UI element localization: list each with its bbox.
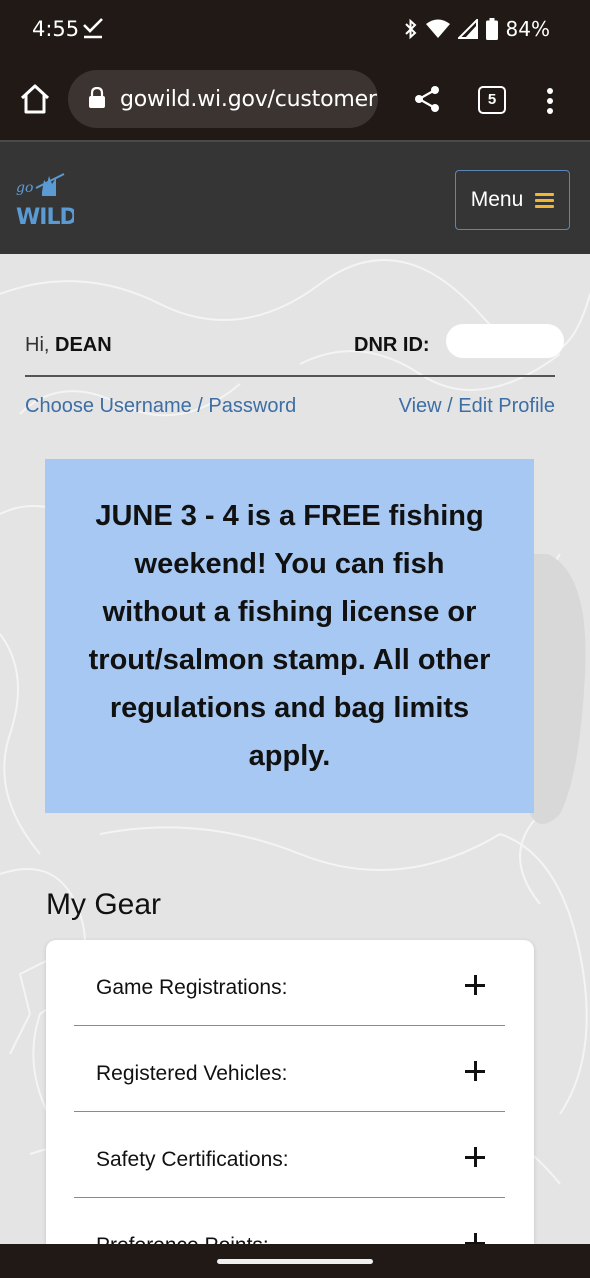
redacted-dnr-id xyxy=(446,324,564,358)
free-fishing-notice: JUNE 3 - 4 is a FREE fishing weekend! Yo… xyxy=(45,459,534,813)
greeting-prefix: Hi, xyxy=(25,334,50,356)
home-gesture-handle[interactable] xyxy=(217,1259,373,1264)
svg-text:go: go xyxy=(16,180,33,196)
gowild-logo[interactable]: go WILD xyxy=(14,170,74,230)
svg-text:WILD: WILD xyxy=(16,205,74,230)
greeting: Hi, DEAN xyxy=(25,334,112,357)
gear-row-label: Registered Vehicles: xyxy=(96,1062,288,1085)
site-header: go WILD Menu xyxy=(0,140,590,254)
expand-plus-icon[interactable] xyxy=(465,1061,485,1081)
expand-plus-icon[interactable] xyxy=(465,1233,485,1244)
wifi-icon xyxy=(425,19,450,38)
gear-card: Game Registrations: Registered Vehicles:… xyxy=(46,940,534,1244)
gear-row-label: Safety Certifications: xyxy=(96,1148,289,1171)
status-icons: 84% xyxy=(404,17,550,41)
share-icon[interactable] xyxy=(412,84,442,114)
gear-row-safety-certifications[interactable]: Safety Certifications: xyxy=(74,1112,505,1198)
expand-plus-icon[interactable] xyxy=(465,1147,485,1167)
bluetooth-icon xyxy=(404,18,417,40)
checkmark-icon xyxy=(83,18,103,39)
dnr-id-label: DNR ID: xyxy=(354,334,430,356)
choose-username-password-link[interactable]: Choose Username / Password xyxy=(25,395,296,418)
main-content: Hi, DEAN DNR ID: Choose Username / Passw… xyxy=(0,254,590,1244)
signal-icon xyxy=(457,19,478,39)
menu-button[interactable]: Menu xyxy=(455,170,570,230)
hamburger-icon xyxy=(535,190,555,211)
lock-icon xyxy=(89,87,105,108)
notice-text: JUNE 3 - 4 is a FREE fishing weekend! Yo… xyxy=(88,500,491,772)
view-edit-profile-link[interactable]: View / Edit Profile xyxy=(399,395,555,418)
battery-icon xyxy=(485,18,498,40)
expand-plus-icon[interactable] xyxy=(465,975,485,995)
gear-row-label: Game Registrations: xyxy=(96,976,288,999)
url-text: gowild.wi.gov/customer xyxy=(120,87,377,112)
gear-row-game-registrations[interactable]: Game Registrations: xyxy=(74,940,505,1026)
address-bar[interactable]: gowild.wi.gov/customer xyxy=(68,70,378,128)
divider xyxy=(25,375,555,377)
user-name: DEAN xyxy=(55,334,112,356)
tab-switcher-button[interactable]: 5 xyxy=(478,86,506,114)
gear-row-preference-points[interactable]: Preference Points: xyxy=(74,1198,505,1244)
gear-row-label: Preference Points: xyxy=(96,1234,269,1244)
menu-label: Menu xyxy=(470,188,524,211)
battery-percent: 84% xyxy=(505,17,550,41)
my-gear-title: My Gear xyxy=(46,888,162,921)
status-time: 4:55 xyxy=(32,17,80,41)
system-navigation-bar xyxy=(0,1244,590,1278)
status-bar: 4:55 84% xyxy=(0,0,590,60)
gear-row-registered-vehicles[interactable]: Registered Vehicles: xyxy=(74,1026,505,1112)
home-icon[interactable] xyxy=(18,82,52,116)
more-options-icon[interactable] xyxy=(540,86,560,116)
browser-toolbar: gowild.wi.gov/customer 5 xyxy=(0,60,590,140)
